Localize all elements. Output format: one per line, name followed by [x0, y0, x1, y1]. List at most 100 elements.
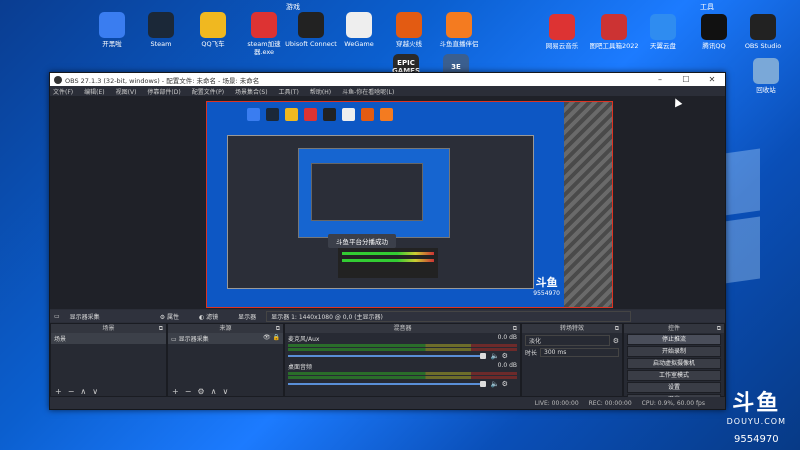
window-title: OBS 27.1.3 (32-bit, windows) - 配置文件: 未命名…	[65, 76, 260, 85]
desktop-icon[interactable]: QQ飞车	[187, 12, 239, 48]
rec-status: REC: 00:00:00	[588, 399, 632, 407]
mixer-channel: 麦克风/Aux 0.0 dB 🔈 ⚙	[285, 333, 520, 361]
preview-douyu-logo: 斗鱼 9554970	[533, 276, 560, 297]
menu-item[interactable]: 停靠部件(D)	[147, 87, 180, 96]
move-down-icon[interactable]: ∨	[92, 387, 98, 396]
volume-meter	[288, 372, 517, 375]
desktop-icon[interactable]: 网易云音乐	[536, 14, 588, 50]
preview-desktop-icons	[247, 108, 393, 121]
speaker-icon[interactable]: 🔈 ⚙	[491, 352, 508, 360]
menu-item[interactable]: 场景集合(S)	[235, 87, 268, 96]
dock-float-icon[interactable]: ⧉	[717, 324, 721, 333]
ctx-filters-button[interactable]: ◐ 滤镜	[199, 312, 228, 321]
desktop-icon[interactable]: steam加速器.exe	[238, 12, 290, 56]
menu-item[interactable]: 视图(V)	[116, 87, 137, 96]
mixer-header: 混音器	[393, 325, 412, 332]
dock-float-icon[interactable]: ⧉	[159, 324, 163, 333]
obs-app-icon	[54, 75, 62, 84]
ctx-source-name: 显示器采集	[69, 313, 100, 321]
close-icon[interactable]: ✕	[699, 75, 725, 84]
obs-window[interactable]: OBS 27.1.3 (32-bit, windows) - 配置文件: 未命名…	[49, 72, 726, 410]
add-icon[interactable]: +	[172, 387, 179, 396]
menu-item[interactable]: 斗鱼-你在看啥呢(L)	[342, 87, 394, 96]
maximize-icon[interactable]: ☐	[673, 75, 699, 84]
desktop-icon[interactable]: 穿越火线	[383, 12, 435, 48]
move-up-icon[interactable]: ∧	[80, 387, 86, 396]
desktop-icon[interactable]: WeGame	[333, 12, 385, 48]
controls-dock: 控件⧉ 停止推流开始录制启动虚拟摄像机工作室模式设置退出	[623, 323, 725, 405]
control-button[interactable]: 设置	[627, 382, 721, 393]
desktop-icon[interactable]: 斗鱼直播伴侣	[433, 12, 485, 48]
app-icon	[750, 14, 776, 40]
app-icon	[251, 12, 277, 38]
transitions-dock: 转场特效 ⧉ 淡化 ⚙ 时长 300 ms	[521, 323, 623, 397]
scene-item[interactable]: 场景	[51, 333, 166, 344]
menu-item[interactable]: 配置文件(P)	[192, 87, 224, 96]
desktop-icon[interactable]: 天翼云盘	[637, 14, 689, 50]
speaker-icon[interactable]: 🔈 ⚙	[491, 380, 508, 388]
app-icon	[549, 14, 575, 40]
ctx-display-select[interactable]: 显示器 1: 1440x1080 @ 0,0 (主显示器)	[266, 310, 632, 322]
douyu-watermark: 斗鱼 DOUYU.COM 9554970	[727, 385, 786, 445]
preview-out-of-bounds	[564, 102, 612, 307]
channel-db: 0.0 dB	[497, 362, 517, 369]
monitor-icon: ▭	[54, 312, 60, 320]
menu-item[interactable]: 文件(F)	[53, 87, 73, 96]
gear-icon[interactable]: ⚙	[197, 387, 204, 396]
menu-item[interactable]: 帮助(H)	[310, 87, 331, 96]
desktop-icon[interactable]: 图吧工具箱2022	[588, 14, 640, 50]
toast-message: 斗鱼平台分播成功	[328, 234, 396, 248]
desktop-icon[interactable]: 开黑啦	[86, 12, 138, 48]
control-button[interactable]: 开始录制	[627, 346, 721, 357]
dock-float-icon[interactable]: ⧉	[513, 324, 517, 333]
app-icon	[701, 14, 727, 40]
desktop-icon[interactable]: 回收站	[740, 58, 792, 94]
dock-float-icon[interactable]: ⧉	[615, 324, 619, 333]
remove-icon[interactable]: −	[185, 387, 192, 396]
menu-item[interactable]: 工具(T)	[279, 87, 299, 96]
dock-float-icon[interactable]: ⧉	[276, 324, 280, 333]
desktop-icon[interactable]: Ubisoft Connect	[285, 12, 337, 48]
desktop-icon[interactable]: Steam	[135, 12, 187, 48]
minimize-icon[interactable]: –	[647, 75, 673, 84]
sources-dock: 来源 ⧉ ▭ 显示器采集 👁 🔒 + − ⚙ ∧ ∨	[167, 323, 284, 397]
desktop-icon[interactable]: OBS Studio	[737, 14, 789, 50]
move-up-icon[interactable]: ∧	[211, 387, 217, 396]
volume-slider[interactable]	[288, 353, 486, 359]
control-button[interactable]: 工作室模式	[627, 370, 721, 381]
volume-slider[interactable]	[288, 381, 486, 387]
scenes-header: 场景	[102, 325, 115, 332]
move-down-icon[interactable]: ∨	[222, 387, 228, 396]
live-status: LIVE: 00:00:00	[534, 399, 579, 407]
cpu-status: CPU: 0.9%, 60.00 fps	[641, 399, 705, 407]
control-button[interactable]: 启动虚拟摄像机	[627, 358, 721, 369]
sources-header: 来源	[219, 325, 232, 332]
menu-item[interactable]: 编辑(E)	[84, 87, 104, 96]
source-item[interactable]: ▭ 显示器采集 👁 🔒	[168, 333, 283, 344]
gear-icon[interactable]: ⚙	[613, 337, 619, 345]
channel-db: 0.0 dB	[497, 334, 517, 341]
visibility-icon: 👁 🔒	[263, 334, 280, 341]
preview-nested-obs: 斗鱼平台分播成功	[227, 135, 534, 289]
control-button[interactable]: 停止推流	[627, 334, 721, 345]
desktop-icon[interactable]: 腾讯QQ	[688, 14, 740, 50]
app-icon	[753, 58, 779, 84]
add-icon[interactable]: +	[55, 387, 62, 396]
duration-input[interactable]: 300 ms	[540, 348, 619, 357]
desktop-group-tools: 工具	[700, 3, 714, 11]
ctx-properties-button[interactable]: ⚙ 属性	[160, 312, 189, 321]
remove-icon[interactable]: −	[68, 387, 75, 396]
ctx-display-label: 显示器	[238, 313, 257, 321]
source-context-bar: ▭ 显示器采集 ⚙ 属性 ◐ 滤镜 显示器 显示器 1: 1440x1080 @…	[50, 310, 725, 322]
preview-area[interactable]: 斗鱼平台分播成功 斗鱼 9554970	[50, 96, 725, 309]
douyu-domain: DOUYU.COM	[726, 417, 786, 426]
app-icon	[650, 14, 676, 40]
room-id: 9554970	[734, 434, 779, 445]
app-icon	[148, 12, 174, 38]
controls-header: 控件	[667, 325, 680, 332]
transition-select[interactable]: 淡化	[525, 335, 610, 346]
mixer-channel: 桌面音频 0.0 dB 🔈 ⚙	[285, 361, 520, 389]
preview-canvas[interactable]: 斗鱼平台分播成功 斗鱼 9554970	[206, 101, 613, 308]
app-icon	[396, 12, 422, 38]
obs-titlebar[interactable]: OBS 27.1.3 (32-bit, windows) - 配置文件: 未命名…	[50, 73, 725, 86]
